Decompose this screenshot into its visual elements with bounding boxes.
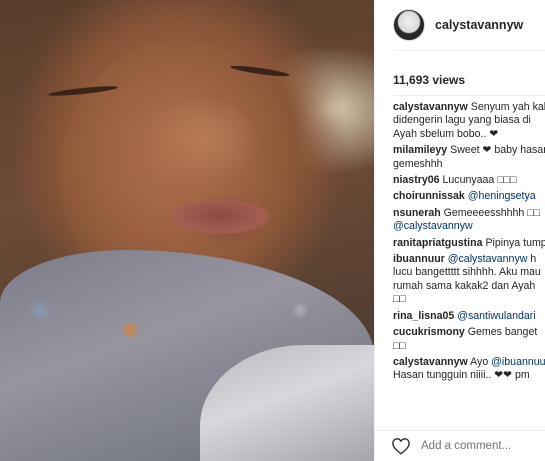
- comment-item: calystavannyw Senyum yah kalaudidengerin…: [393, 101, 545, 141]
- mention-link[interactable]: @heningsetya: [468, 190, 536, 202]
- mention-link[interactable]: @santiwulandari: [457, 310, 535, 322]
- comment-text: Gemes banget: [467, 326, 538, 339]
- comment-item: rina_lisna05 @santiwulandari: [393, 310, 545, 323]
- post-photo: [0, 0, 374, 461]
- comment-line: Ayah sbelum bobo.. ❤: [393, 128, 545, 141]
- divider: [393, 50, 545, 51]
- comment-line: cucukrismony Gemes banget: [393, 326, 545, 339]
- comment-username[interactable]: calystavannyw: [393, 356, 468, 368]
- comment-line: lucu bangettttt sihhhh. Aku mau: [393, 266, 545, 279]
- comment-item: ibuannuur @calystavannyw h lucu bangetttt…: [393, 253, 545, 307]
- comment-line: gemeshhh: [393, 158, 545, 171]
- comment-text: lucu bangettttt sihhhh. Aku mau: [393, 266, 541, 279]
- comment-item: nsunerah Gemeeeesshhhh □□ @calystavannyw: [393, 207, 545, 234]
- comment-line: rumah sama kakak2 dan Ayah: [393, 280, 545, 293]
- comment-item: milamileyy Sweet ❤ baby hasan gemeshhh: [393, 144, 545, 171]
- comment-text: h: [527, 253, 537, 266]
- comment-line: nsunerah Gemeeeesshhhh □□: [393, 207, 545, 220]
- mention-link[interactable]: @ibuannuur: [491, 356, 545, 368]
- divider: [393, 95, 545, 96]
- comment-item: niastry06 Lucunyaaa □□□: [393, 174, 545, 187]
- comment-text: □□: [393, 293, 406, 306]
- comment-list: calystavannyw Senyum yah kalaudidengerin…: [393, 101, 545, 426]
- comment-text: didengerin lagu yang biasa di: [393, 114, 531, 127]
- comment-line: calystavannyw Senyum yah kalau: [393, 101, 545, 114]
- mention-link[interactable]: @calystavannyw: [393, 220, 473, 232]
- comment-username[interactable]: calystavannyw: [393, 101, 468, 113]
- comment-username[interactable]: ibuannuur: [393, 253, 445, 265]
- comment-item: choirunnissak @heningsetya: [393, 190, 545, 203]
- comment-username[interactable]: choirunnissak: [393, 190, 465, 202]
- comment-line: didengerin lagu yang biasa di: [393, 114, 545, 127]
- post-username[interactable]: calystavannyw: [435, 18, 523, 32]
- comment-item: cucukrismony Gemes banget □□: [393, 326, 545, 353]
- comment-text: Pipinya tumpah: [485, 236, 545, 249]
- comment-item: ranitapriatgustina Pipinya tumpah: [393, 237, 545, 250]
- add-comment-input[interactable]: [421, 440, 541, 452]
- comment-line: □□: [393, 293, 545, 306]
- comment-text: rumah sama kakak2 dan Ayah: [393, 279, 536, 292]
- comment-username[interactable]: rina_lisna05: [393, 310, 454, 322]
- mention-link[interactable]: @calystavannyw: [448, 253, 528, 265]
- comment-username[interactable]: milamileyy: [393, 144, 447, 156]
- comment-line: niastry06 Lucunyaaa □□□: [393, 174, 545, 187]
- comment-line: ranitapriatgustina Pipinya tumpah: [393, 237, 545, 250]
- comment-line: milamileyy Sweet ❤ baby hasan: [393, 144, 545, 157]
- comment-text: gemeshhh: [393, 157, 443, 170]
- post-header: calystavannyw: [375, 0, 545, 50]
- comment-username[interactable]: cucukrismony: [393, 326, 465, 338]
- comment-item: calystavannyw Ayo @ibuannuur Hasan tunggu…: [393, 356, 545, 383]
- comment-username[interactable]: niastry06: [393, 174, 440, 186]
- comment-line: □□: [393, 340, 545, 353]
- comment-text: Gemeeeesshhhh □□: [443, 206, 541, 219]
- comment-line: calystavannyw Ayo @ibuannuur: [393, 356, 545, 369]
- photo-mouth: [170, 200, 270, 234]
- comment-text: □□: [393, 339, 406, 352]
- comment-text: Ayo: [470, 355, 492, 368]
- comment-text: Senyum yah kalau: [470, 101, 545, 113]
- view-count: 11,693 views: [393, 73, 466, 87]
- comment-line: ibuannuur @calystavannyw h: [393, 253, 545, 266]
- comment-text: Sweet ❤ baby hasan: [450, 144, 545, 157]
- comment-line: @calystavannyw: [393, 220, 545, 233]
- heart-outline-icon[interactable]: [391, 437, 411, 455]
- comment-username[interactable]: nsunerah: [393, 207, 441, 219]
- comment-line: Hasan tungguin niiii.. ❤❤ pm: [393, 369, 545, 382]
- comment-line: choirunnissak @heningsetya: [393, 190, 545, 203]
- comment-username[interactable]: ranitapriatgustina: [393, 237, 482, 249]
- avatar[interactable]: [393, 9, 425, 41]
- post-side-panel: calystavannyw 11,693 views calystavannyw…: [374, 0, 545, 461]
- comment-text: Hasan tungguin niiii.. ❤❤ pm: [393, 369, 530, 382]
- comment-line: rina_lisna05 @santiwulandari: [393, 310, 545, 323]
- comment-text: Ayah sbelum bobo.. ❤: [393, 127, 499, 140]
- comment-footer: [375, 430, 545, 461]
- comment-text: Lucunyaaa □□□: [442, 174, 517, 187]
